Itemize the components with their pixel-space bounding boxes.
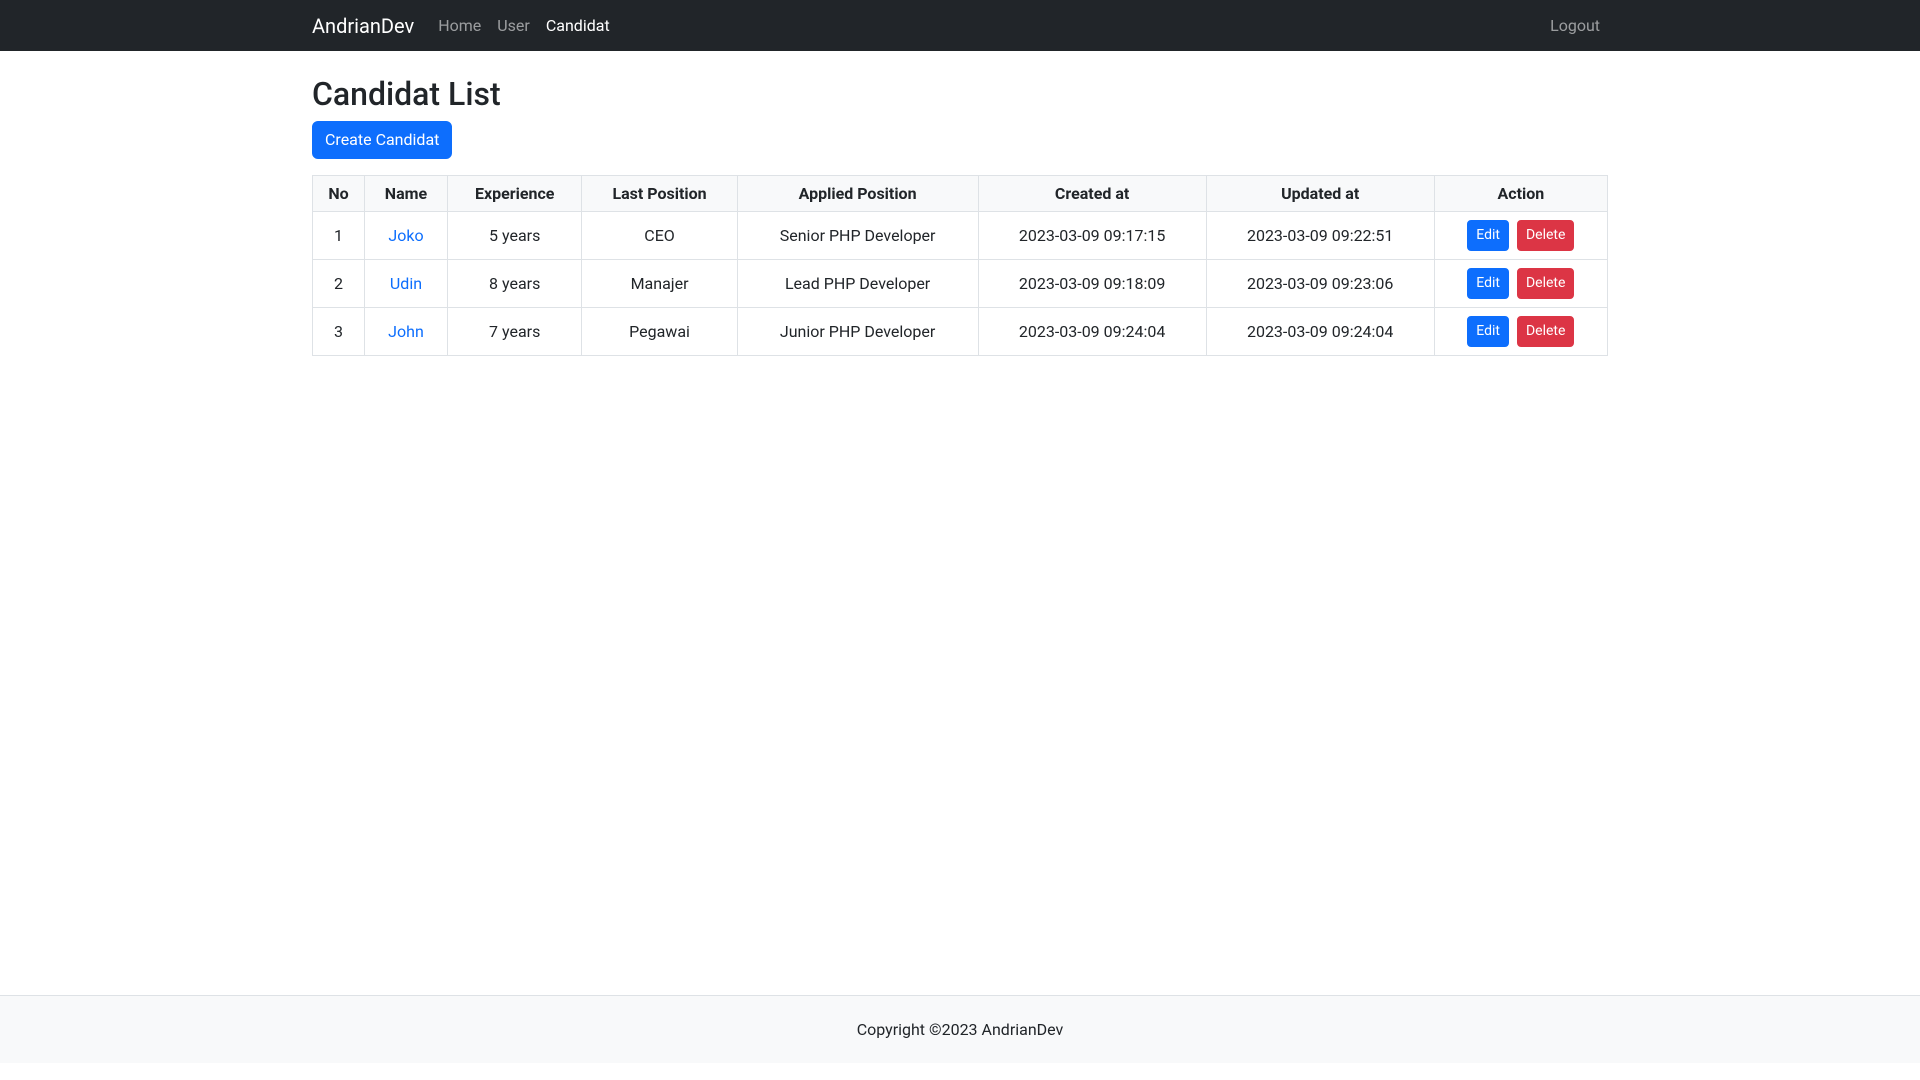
delete-button[interactable]: Delete (1517, 316, 1574, 347)
cell-applied-position: Lead PHP Developer (737, 260, 978, 308)
cell-no: 2 (313, 260, 365, 308)
col-no: No (313, 176, 365, 212)
table-row: 1 Joko 5 years CEO Senior PHP Developer … (313, 212, 1608, 260)
col-name: Name (365, 176, 448, 212)
candidat-name-link[interactable]: John (388, 322, 424, 341)
cell-last-position: CEO (582, 212, 737, 260)
candidat-table: No Name Experience Last Position Applied… (312, 175, 1608, 356)
navbar: AndrianDev Home User Candidat Logout (0, 0, 1920, 51)
page-title: Candidat List (312, 75, 1608, 113)
nav-link-home[interactable]: Home (430, 8, 489, 43)
col-created-at: Created at (978, 176, 1206, 212)
cell-created-at: 2023-03-09 09:24:04 (978, 308, 1206, 356)
cell-no: 3 (313, 308, 365, 356)
cell-created-at: 2023-03-09 09:18:09 (978, 260, 1206, 308)
col-last-position: Last Position (582, 176, 737, 212)
logout-link[interactable]: Logout (1542, 8, 1608, 43)
col-action: Action (1434, 176, 1607, 212)
delete-button[interactable]: Delete (1517, 268, 1574, 299)
cell-updated-at: 2023-03-09 09:22:51 (1206, 212, 1434, 260)
cell-applied-position: Junior PHP Developer (737, 308, 978, 356)
cell-updated-at: 2023-03-09 09:24:04 (1206, 308, 1434, 356)
edit-button[interactable]: Edit (1467, 316, 1509, 347)
cell-experience: 5 years (447, 212, 582, 260)
cell-applied-position: Senior PHP Developer (737, 212, 978, 260)
table-row: 3 John 7 years Pegawai Junior PHP Develo… (313, 308, 1608, 356)
cell-created-at: 2023-03-09 09:17:15 (978, 212, 1206, 260)
edit-button[interactable]: Edit (1467, 220, 1509, 251)
candidat-name-link[interactable]: Udin (390, 274, 422, 293)
delete-button[interactable]: Delete (1517, 220, 1574, 251)
cell-experience: 7 years (447, 308, 582, 356)
cell-experience: 8 years (447, 260, 582, 308)
table-row: 2 Udin 8 years Manajer Lead PHP Develope… (313, 260, 1608, 308)
edit-button[interactable]: Edit (1467, 268, 1509, 299)
footer-text: Copyright ©2023 AndrianDev (857, 1020, 1064, 1039)
footer: Copyright ©2023 AndrianDev (0, 995, 1920, 1063)
table-header-row: No Name Experience Last Position Applied… (313, 176, 1608, 212)
navbar-brand[interactable]: AndrianDev (312, 9, 414, 43)
cell-last-position: Manajer (582, 260, 737, 308)
candidat-name-link[interactable]: Joko (388, 226, 423, 245)
col-updated-at: Updated at (1206, 176, 1434, 212)
cell-no: 1 (313, 212, 365, 260)
nav-link-candidat[interactable]: Candidat (538, 8, 618, 43)
create-candidat-button[interactable]: Create Candidat (312, 121, 452, 159)
cell-updated-at: 2023-03-09 09:23:06 (1206, 260, 1434, 308)
col-applied-position: Applied Position (737, 176, 978, 212)
col-experience: Experience (447, 176, 582, 212)
cell-last-position: Pegawai (582, 308, 737, 356)
nav-link-user[interactable]: User (489, 8, 538, 43)
